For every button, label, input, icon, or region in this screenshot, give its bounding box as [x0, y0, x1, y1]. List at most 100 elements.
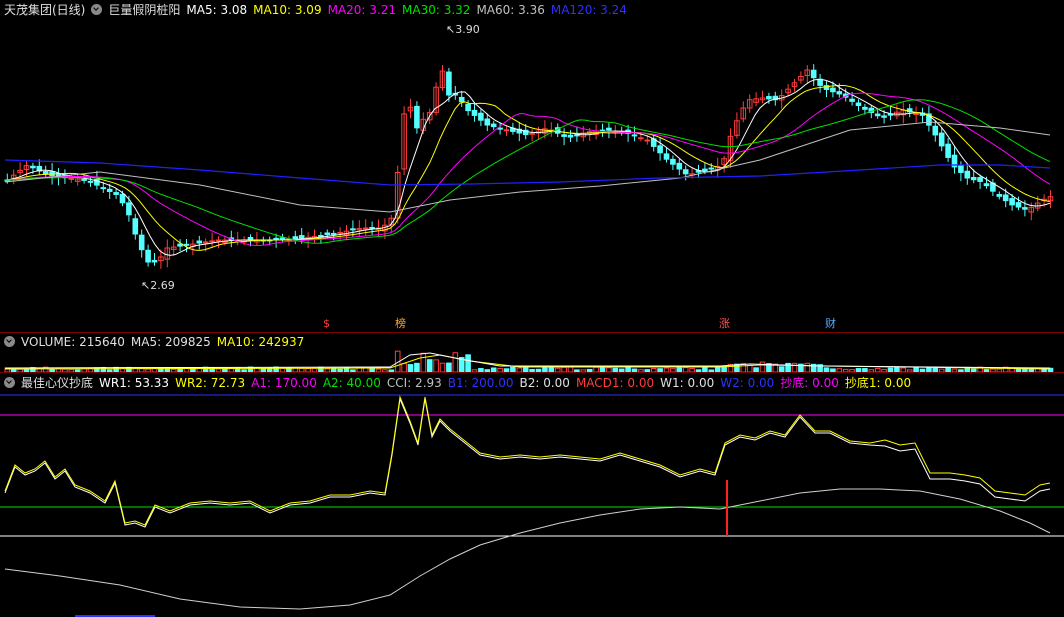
- ma5-label: MA5: 3.08: [186, 3, 248, 17]
- candle-body: [126, 202, 132, 216]
- candle-body: [862, 106, 868, 110]
- candle-body: [362, 227, 369, 230]
- candle-body: [138, 234, 145, 251]
- chaodi1-label: 抄底1: 0.00: [844, 376, 912, 390]
- event-marker-cai[interactable]: 财: [825, 318, 836, 330]
- volume-bar: [433, 359, 439, 373]
- candle-body: [490, 123, 497, 128]
- candle-body: [631, 134, 638, 137]
- ma60-label: MA60: 3.36: [476, 3, 545, 17]
- volume-pane[interactable]: VOLUME: 215640 MA5: 209825 MA10: 242937: [0, 333, 1064, 373]
- wr2-label: WR2: 72.73: [175, 376, 246, 390]
- stock-title: 天茂集团(日线): [4, 3, 86, 17]
- candle-body: [887, 113, 894, 116]
- indicator-pane-name: 最佳心仪抄底: [21, 376, 94, 390]
- candle-body: [279, 237, 286, 241]
- candle-body: [106, 188, 113, 192]
- candle-body: [1009, 198, 1015, 206]
- b2-label: B2: 0.00: [519, 376, 570, 390]
- volume-bar: [804, 362, 811, 373]
- cci-label: CCI: 2.93: [386, 376, 442, 390]
- candle-body: [1015, 202, 1022, 208]
- candle-body: [996, 194, 1003, 197]
- candle-body: [932, 125, 939, 136]
- candle-body: [561, 134, 567, 137]
- indicator-chart[interactable]: [0, 373, 1064, 617]
- candle-body: [145, 249, 151, 263]
- ma10-label: MA10: 3.09: [253, 3, 322, 17]
- candle-body: [113, 192, 119, 195]
- candle-body: [574, 134, 580, 137]
- candle-body: [881, 115, 887, 118]
- ma30-line: [4, 99, 1051, 244]
- candle-body: [465, 103, 471, 112]
- candle-body: [330, 232, 337, 235]
- event-marker-zhang[interactable]: 涨: [719, 318, 730, 330]
- candle-body: [119, 193, 126, 204]
- candle-body: [484, 118, 491, 126]
- volume-bar: [420, 352, 427, 373]
- candle-body: [183, 243, 190, 246]
- candle-body: [836, 91, 843, 95]
- candle-body: [81, 178, 87, 181]
- volume-bar: [791, 362, 798, 373]
- candle-body: [298, 235, 305, 239]
- candle-body: [958, 165, 964, 173]
- candle-body: [970, 176, 977, 181]
- candle-body: [644, 139, 651, 142]
- candle-body: [670, 158, 676, 165]
- volume-bar: [414, 362, 420, 373]
- candle-body: [606, 127, 612, 131]
- indicator-menu-icon[interactable]: [91, 4, 103, 15]
- candle-body: [471, 109, 478, 116]
- candle-body: [318, 234, 324, 237]
- candle-body: [567, 134, 574, 138]
- candle-body: [945, 143, 951, 158]
- volume-bar: [407, 364, 414, 373]
- candle-body: [350, 228, 356, 231]
- event-marker-bang[interactable]: 榜: [395, 318, 406, 330]
- volume-menu-icon[interactable]: [4, 336, 15, 347]
- wr1-label: WR1: 53.33: [99, 376, 170, 390]
- price-chart-pane[interactable]: 天茂集团(日线) 巨量假阴桩阳 MA5: 3.08 MA10: 3.09 MA20: 3…: [0, 0, 1064, 333]
- volume-bar: [401, 363, 407, 373]
- candle-body: [30, 165, 36, 169]
- candle-body: [458, 96, 465, 103]
- candle-body: [100, 187, 107, 190]
- price-header: 天茂集团(日线) 巨量假阴桩阳 MA5: 3.08 MA10: 3.09 MA20: 3…: [4, 3, 633, 17]
- candle-body: [638, 137, 644, 140]
- candle-body: [478, 112, 484, 121]
- volume-label: VOLUME: 215640: [21, 335, 125, 349]
- candle-body: [292, 236, 299, 240]
- main-indicator-name: 巨量假阴桩阳: [108, 3, 181, 17]
- candle-body: [132, 218, 139, 235]
- w2-label: W2: 0.00: [720, 376, 775, 390]
- ma20-label: MA20: 3.21: [327, 3, 397, 17]
- candle-body: [446, 71, 452, 96]
- indicator-header: 最佳心仪抄底 WR1: 53.33 WR2: 72.73 A1: 170.00 A2: …: [4, 376, 917, 390]
- indicator-pane-menu-icon[interactable]: [4, 377, 15, 388]
- indicator-pane[interactable]: 最佳心仪抄底 WR1: 53.33 WR2: 72.73 A1: 170.00 A2: …: [0, 373, 1064, 617]
- candle-body: [702, 168, 708, 172]
- event-marker-dollar[interactable]: $: [323, 318, 330, 330]
- candle-body: [849, 98, 855, 102]
- candle-body: [324, 232, 331, 236]
- candle-body: [766, 96, 772, 100]
- volume-bar: [446, 362, 452, 373]
- candle-body: [337, 231, 343, 234]
- candle-body: [913, 112, 919, 115]
- candle-body: [369, 226, 375, 229]
- high-price-annotation: ↖3.90: [446, 23, 480, 36]
- a1-label: A1: 170.00: [251, 376, 317, 390]
- candle-body: [938, 132, 945, 147]
- ma120-label: MA120: 3.24: [550, 3, 627, 17]
- candle-body: [810, 69, 817, 79]
- volume-ma5-label: MA5: 209825: [130, 335, 211, 349]
- volume-ma10-label: MA10: 242937: [216, 335, 305, 349]
- candle-body: [414, 105, 420, 129]
- ma30-label: MA30: 3.32: [402, 3, 471, 17]
- candle-body: [209, 240, 215, 243]
- volume-bar: [465, 354, 471, 373]
- candle-body: [874, 113, 881, 117]
- w1-label: W1: 0.00: [660, 376, 715, 390]
